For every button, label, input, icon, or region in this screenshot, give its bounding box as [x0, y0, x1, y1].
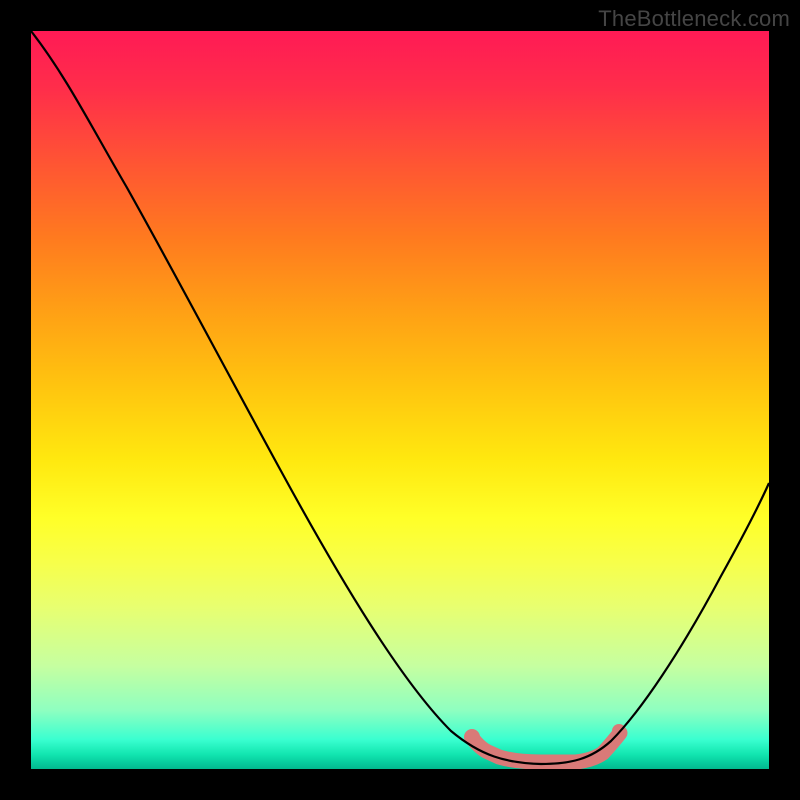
bottleneck-curve-path	[31, 31, 769, 764]
watermark-text: TheBottleneck.com	[598, 6, 790, 32]
chart-container: TheBottleneck.com	[0, 0, 800, 800]
chart-curves	[31, 31, 769, 769]
plot-area	[31, 31, 769, 769]
